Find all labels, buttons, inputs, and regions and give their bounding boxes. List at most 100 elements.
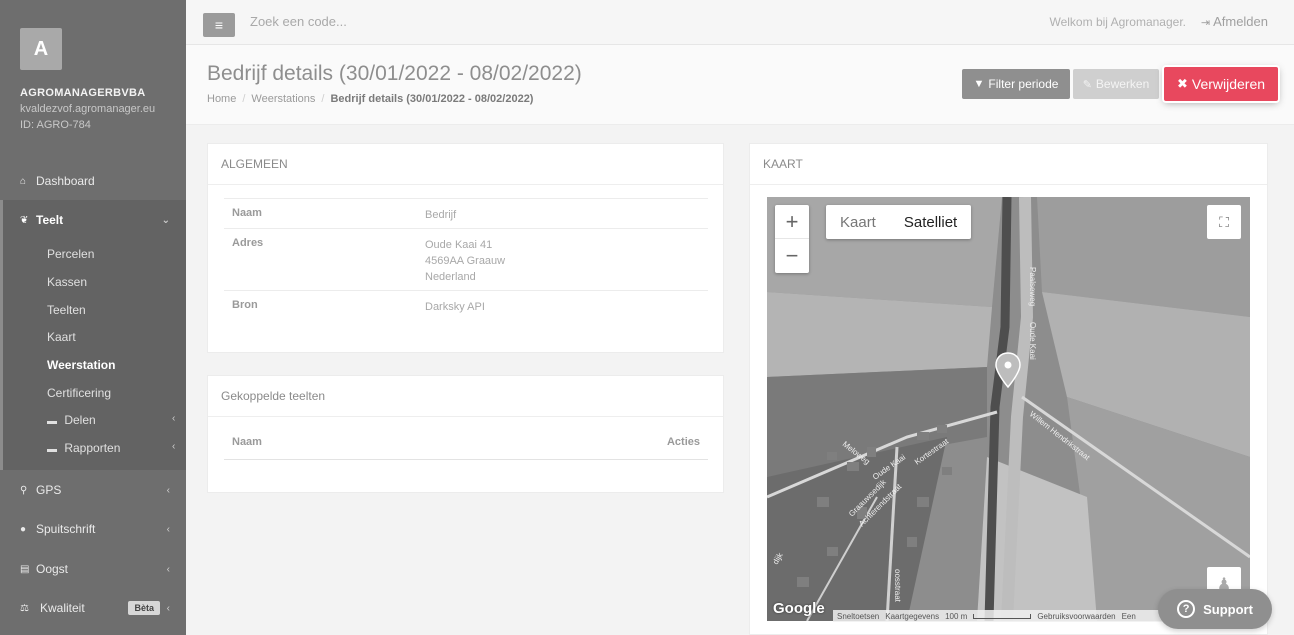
beta-badge: Bèta [128,601,160,615]
page-header: Bedrijf details (30/01/2022 - 08/02/2022… [186,45,1294,125]
delete-button-label: Verwijderen [1191,76,1266,92]
help-circle-icon: ? [1177,600,1196,618]
company-logo: A [20,28,62,70]
chevron-left-icon: ‹ [166,484,170,496]
search-input[interactable] [250,14,550,29]
info-row-naam: Naam Bedrijf [224,198,708,228]
info-row-adres: Adres Oude Kaai 41 4569AA Graauw Nederla… [224,228,708,290]
sidebar-item-label: Oogst [36,562,69,576]
info-row-bron: Bron Darksky API [224,290,708,320]
basket-icon: ▤ [20,563,30,575]
sidebar-sub-label: Delen [64,413,96,427]
breadcrumb-weerstations[interactable]: Weerstations [251,93,315,105]
chevron-left-icon: ‹ [172,413,176,424]
satellite-map[interactable]: Paalseweg Oude Kaai Willem Hendrikstraat… [767,197,1250,621]
support-label: Support [1203,601,1253,617]
sidebar-item-dashboard[interactable]: ⌂ Dashboard [0,163,186,199]
chevron-down-icon: ⌄ [161,214,170,226]
welcome-text: Welkom bij Agromanager. [1049,15,1186,29]
chevron-left-icon: ‹ [166,563,170,575]
breadcrumb-current: Bedrijf details (30/01/2022 - 08/02/2022… [330,93,534,105]
naam-label: Naam [232,207,262,219]
sidebar-sub-delen[interactable]: ▬ Delen ‹ [47,413,175,427]
sidebar-sub-percelen[interactable]: Percelen [47,247,94,261]
logout-link[interactable]: ⇥ Afmelden [1201,14,1268,29]
map-scale[interactable]: 100 m [945,612,967,621]
sidebar-sub-kassen[interactable]: Kassen [47,275,87,289]
svg-text:Paalseweg: Paalseweg [1028,267,1037,306]
logout-label: Afmelden [1213,14,1268,29]
bron-label: Bron [232,299,258,311]
sidebar-sub-kaart[interactable]: Kaart [47,330,76,344]
map-type-map-button[interactable]: Kaart [826,205,890,239]
sidebar-item-label: Kwaliteit [40,601,85,615]
chevron-left-icon: ‹ [166,602,170,614]
sidebar-item-spuitschrift[interactable]: ● Spuitschrift ‹ [0,511,186,547]
sign-out-icon: ⇥ [1200,17,1211,29]
keyboard-shortcuts-link[interactable]: Sneltoetsen [837,612,879,621]
map-type-satellite-button[interactable]: Satelliet [890,205,971,239]
map-attribution: Sneltoetsen Kaartgegevens 100 m Gebruiks… [833,610,1163,622]
sidebar-item-label: Teelt [36,213,64,227]
page-title: Bedrijf details (30/01/2022 - 08/02/2022… [207,62,582,85]
home-icon: ⌂ [20,175,27,187]
sidebar-item-teelt[interactable]: ❦ Teelt ⌄ [0,202,186,238]
algemeen-panel: ALGEMEEN Naam Bedrijf Adres Oude Kaai 41… [207,143,724,353]
close-icon: ✖ [1176,76,1188,91]
panel-title: Gekoppelde teelten [221,389,326,403]
gekoppelde-teelten-panel: Gekoppelde teelten Naam Acties [207,375,724,493]
google-logo: Google [773,600,825,617]
sidebar-sub-certificering[interactable]: Certificering [47,386,111,400]
adres-label: Adres [232,237,264,249]
terms-link[interactable]: Gebruiksvoorwaarden [1037,612,1115,621]
sidebar-sub-rapporten[interactable]: ▬ Rapporten ‹ [47,441,175,455]
edit-button[interactable]: ✎ Bewerken [1073,69,1159,99]
fullscreen-button[interactable]: ⛶ [1207,205,1241,239]
sidebar-sub-label: Rapporten [64,441,121,455]
report-link[interactable]: Een [1122,612,1136,621]
map-data-link[interactable]: Kaartgegevens [885,612,939,621]
svg-text:Oude Kaai: Oude Kaai [1028,322,1037,360]
sidebar-item-label: Dashboard [36,174,95,188]
sidebar-item-label: Spuitschrift [36,522,96,536]
folder-icon: ▬ [47,416,57,427]
naam-value: Bedrijf [425,209,457,221]
chevron-left-icon: ‹ [172,441,176,452]
filter-icon: ▼ [973,78,985,90]
filter-button-label: Filter periode [988,77,1059,91]
company-id: ID: AGRO-784 [20,119,91,131]
adres-value: Oude Kaai 41 4569AA Graauw Nederland [425,239,506,283]
support-button[interactable]: ? Support [1158,589,1272,629]
sidebar-item-gps[interactable]: ⚲ GPS ‹ [0,472,186,508]
sidebar-sub-teelten[interactable]: Teelten [47,303,86,317]
zoom-out-button[interactable]: − [775,239,809,273]
sidebar-item-kwaliteit[interactable]: ⚖ Kwaliteit Bèta ‹ [0,590,186,626]
sidebar-sub-weerstation[interactable]: Weerstation [47,358,115,372]
pencil-icon: ✎ [1082,78,1092,91]
edit-button-label: Bewerken [1095,77,1150,91]
sidebar-item-oogst[interactable]: ▤ Oogst ‹ [0,551,186,587]
column-acties: Acties [666,436,700,448]
menu-toggle-button[interactable]: ≡ [203,13,235,37]
chevron-left-icon: ‹ [166,523,170,535]
table-header: Naam Acties [224,434,708,460]
hamburger-icon: ≡ [214,17,224,33]
svg-text:oosstraat: oosstraat [893,569,902,603]
map-imagery: Paalseweg Oude Kaai Willem Hendrikstraat… [767,197,1250,621]
filter-period-button[interactable]: ▼ Filter periode [962,69,1070,99]
column-naam[interactable]: Naam [232,436,262,448]
fullscreen-icon: ⛶ [1219,213,1229,230]
folder-icon: ▬ [47,444,57,455]
balance-scale-icon: ⚖ [20,602,29,614]
map-zoom-control: + − [775,205,809,273]
scale-bar [973,613,1032,619]
bron-value: Darksky API [425,301,485,313]
zoom-in-button[interactable]: + [775,205,809,239]
company-name: AGROMANAGERBVBA [20,87,146,99]
breadcrumb-home[interactable]: Home [207,93,236,105]
panel-title: ALGEMEEN [221,157,288,171]
breadcrumb: Home / Weerstations / Bedrijf details (30/01… [207,93,534,105]
map-marker-icon: ⚲ [20,484,28,496]
delete-button[interactable]: ✖ Verwijderen [1164,67,1278,101]
topbar: ≡ Welkom bij Agromanager. ⇥ Afmelden [186,0,1294,45]
